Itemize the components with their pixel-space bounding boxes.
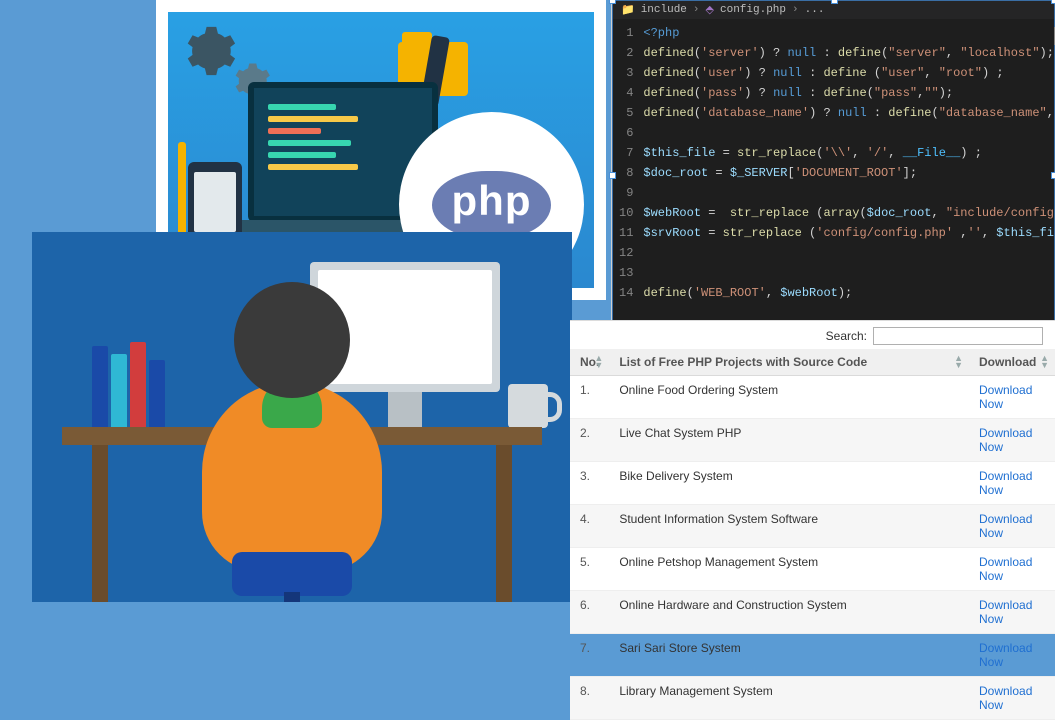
- row-no: 6.: [570, 591, 609, 634]
- crumb-more[interactable]: ...: [805, 4, 825, 16]
- code-line[interactable]: <?php: [643, 23, 1054, 43]
- chevron-right-icon: ›: [693, 4, 700, 16]
- desk-leg: [496, 445, 512, 602]
- line-gutter: 1234567891011121314: [613, 19, 643, 349]
- projects-panel: Search: No.▲▼ List of Free PHP Projects …: [570, 320, 1055, 627]
- developer-illustration: PHP < / >: [32, 232, 572, 602]
- code-line[interactable]: defined('user') ? null : define ("user",…: [643, 63, 1054, 83]
- code-line[interactable]: $this_file = str_replace('\\', '/', __Fi…: [643, 143, 1054, 163]
- row-title: Sari Sari Store System: [609, 634, 969, 677]
- php-file-icon: ⬘: [706, 3, 714, 17]
- person-head: [234, 282, 350, 398]
- download-link[interactable]: Download Now: [979, 598, 1045, 626]
- code-line[interactable]: defined('pass') ? null : define("pass","…: [643, 83, 1054, 103]
- table-row: 5.Online Petshop Management System Downlo…: [570, 548, 1055, 591]
- download-link[interactable]: Download Now: [979, 684, 1045, 712]
- download-link[interactable]: Download Now: [979, 512, 1045, 540]
- download-link[interactable]: Download Now: [979, 555, 1045, 583]
- mug-icon: [508, 384, 548, 428]
- table-row: 8.Library Management System Download Now: [570, 677, 1055, 720]
- crumb-folder[interactable]: include: [641, 4, 687, 16]
- table-row: 7.Sari Sari Store System Download Now: [570, 634, 1055, 677]
- code-area[interactable]: <?phpdefined('server') ? null : define("…: [643, 19, 1054, 349]
- breadcrumb[interactable]: 📁 include › ⬘ config.php › ...: [613, 1, 1054, 19]
- sort-icon: ▲▼: [954, 355, 963, 369]
- code-line[interactable]: [643, 183, 1054, 203]
- chair-post: [284, 592, 300, 602]
- table-row: 4.Student Information System Software Dow…: [570, 505, 1055, 548]
- crumb-file[interactable]: config.php: [720, 4, 786, 16]
- table-row: 3.Bike Delivery System Download Now: [570, 462, 1055, 505]
- row-no: 2.: [570, 419, 609, 462]
- row-no: 8.: [570, 677, 609, 720]
- code-line[interactable]: defined('database_name') ? null : define…: [643, 103, 1054, 123]
- code-line[interactable]: define('WEB_ROOT', $webRoot);: [643, 283, 1054, 303]
- monitor-stand: [388, 392, 422, 428]
- code-editor[interactable]: ▾ 📁 include › ⬘ config.php › ... 1234567…: [612, 0, 1055, 350]
- table-row: 1.Online Food Ordering System Download No…: [570, 376, 1055, 419]
- sort-icon: ▲▼: [1040, 355, 1049, 369]
- row-no: 7.: [570, 634, 609, 677]
- row-title: Library Management System: [609, 677, 969, 720]
- books-icon: [92, 342, 165, 430]
- col-download[interactable]: Download▲▼: [969, 349, 1055, 376]
- code-line[interactable]: [643, 243, 1054, 263]
- chevron-right-icon: ›: [792, 4, 799, 16]
- search-label: Search:: [826, 329, 867, 343]
- row-title: Student Information System Software: [609, 505, 969, 548]
- folder-icon: 📁: [621, 3, 635, 17]
- download-link[interactable]: Download Now: [979, 383, 1045, 411]
- row-title: Online Food Ordering System: [609, 376, 969, 419]
- sort-icon: ▲▼: [594, 355, 603, 369]
- row-no: 1.: [570, 376, 609, 419]
- row-title: Live Chat System PHP: [609, 419, 969, 462]
- table-row: 2.Live Chat System PHP Download Now: [570, 419, 1055, 462]
- row-no: 5.: [570, 548, 609, 591]
- row-title: Online Petshop Management System: [609, 548, 969, 591]
- row-title: Bike Delivery System: [609, 462, 969, 505]
- code-line[interactable]: defined('server') ? null : define("serve…: [643, 43, 1054, 63]
- code-line[interactable]: [643, 123, 1054, 143]
- row-title: Online Hardware and Construction System: [609, 591, 969, 634]
- code-line[interactable]: [643, 263, 1054, 283]
- code-line[interactable]: $webRoot = str_replace (array($doc_root,…: [643, 203, 1054, 223]
- table-row: 6.Online Hardware and Construction Syste…: [570, 591, 1055, 634]
- code-line[interactable]: $doc_root = $_SERVER['DOCUMENT_ROOT'];: [643, 163, 1054, 183]
- col-title[interactable]: List of Free PHP Projects with Source Co…: [609, 349, 969, 376]
- chair: [232, 552, 352, 596]
- row-no: 4.: [570, 505, 609, 548]
- col-no[interactable]: No.▲▼: [570, 349, 609, 376]
- desk-leg: [92, 445, 108, 602]
- download-link[interactable]: Download Now: [979, 426, 1045, 454]
- php-logo-text: php: [432, 171, 552, 239]
- projects-table: No.▲▼ List of Free PHP Projects with Sou…: [570, 349, 1055, 720]
- code-line[interactable]: $srvRoot = str_replace ('config/config.p…: [643, 223, 1054, 243]
- search-input[interactable]: [873, 327, 1043, 345]
- download-link[interactable]: Download Now: [979, 641, 1045, 669]
- download-link[interactable]: Download Now: [979, 469, 1045, 497]
- row-no: 3.: [570, 462, 609, 505]
